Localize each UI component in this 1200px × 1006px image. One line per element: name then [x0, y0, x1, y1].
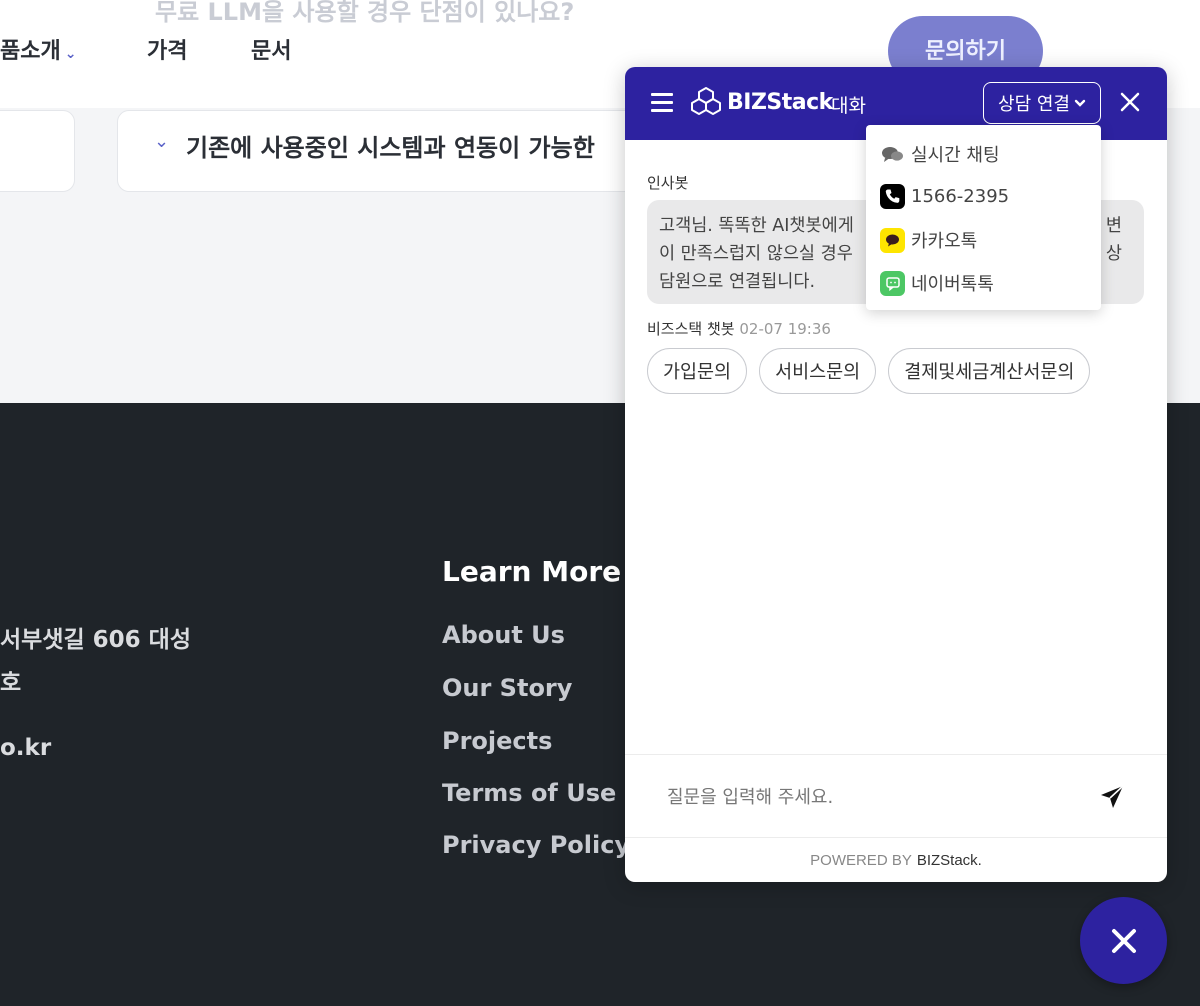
menu-item-label: 네이버톡톡 — [911, 274, 994, 295]
cube-logo-icon — [691, 87, 721, 115]
menu-item-phone[interactable]: 1566-2395 — [880, 184, 1009, 209]
hamburger-menu-icon[interactable] — [651, 93, 673, 113]
greeting-sender: 인사봇 — [647, 174, 689, 192]
phone-icon — [880, 184, 905, 209]
chevron-down-icon: ⌄ — [154, 131, 170, 152]
message-line-tail: 변 — [1105, 216, 1122, 236]
chevron-down-icon: ⌄ — [64, 46, 77, 62]
quick-reply-list: 가입문의 서비스문의 결제및세금계산서문의 — [647, 348, 1091, 394]
brand-logo: BIZStack — [689, 85, 833, 119]
send-icon[interactable] — [1099, 784, 1125, 810]
menu-item-label: 실시간 채팅 — [911, 145, 1000, 166]
menu-item-live-chat[interactable]: 실시간 채팅 — [880, 141, 1000, 167]
footer-link-our-story[interactable]: Our Story — [442, 674, 572, 702]
nav-item-product[interactable]: 품소개 ⌄ — [0, 33, 76, 65]
footer-link-terms[interactable]: Terms of Use — [442, 779, 616, 807]
footer-address-line: 서부샛길 606 대성 — [0, 627, 191, 653]
powered-by-label: POWERED BY — [810, 852, 912, 869]
chat-toggle-close-button[interactable] — [1080, 897, 1167, 984]
menu-item-label: 1566-2395 — [911, 186, 1010, 207]
quick-reply-service[interactable]: 서비스문의 — [759, 348, 877, 394]
message-line-tail: 상 — [1105, 244, 1122, 264]
agent-connect-menu: 실시간 채팅 1566-2395 카카오톡 네이버톡톡 — [866, 125, 1101, 310]
learn-more-heading: Learn More — [442, 555, 622, 588]
quick-reply-signup[interactable]: 가입문의 — [647, 348, 748, 394]
powered-by-brand: BIZStack. — [916, 852, 982, 869]
nav-item-docs[interactable]: 문서 — [251, 33, 291, 65]
footer-address-line: 호 — [0, 670, 22, 696]
nav-label: 품소개 — [0, 39, 61, 64]
bot-sender-name: 비즈스택 챗봇 — [647, 320, 735, 338]
faq-card[interactable]: ⌄ 기존에 사용중인 시스템과 연동이 가능한 — [117, 110, 677, 192]
naver-talktalk-icon — [880, 270, 905, 296]
chevron-down-icon — [1074, 99, 1086, 107]
close-icon[interactable] — [1119, 91, 1141, 113]
footer-link-privacy[interactable]: Privacy Policy — [442, 831, 630, 859]
footer-email: o.kr — [0, 735, 52, 761]
chat-input-bar — [625, 754, 1167, 838]
agent-connect-label: 상담 연결 — [998, 94, 1070, 115]
close-icon — [1111, 928, 1136, 953]
chat-input[interactable] — [651, 775, 1081, 819]
quick-reply-billing[interactable]: 결제및세금계산서문의 — [888, 348, 1091, 394]
faq-item-peek: 무료 LLM을 사용할 경우 단점이 있나요? — [155, 0, 575, 26]
brand-name: BIZStack — [727, 89, 833, 115]
chat-bubbles-icon — [882, 146, 903, 162]
footer-link-projects[interactable]: Projects — [442, 727, 552, 755]
faq-question: 기존에 사용중인 시스템과 연동이 가능한 — [186, 134, 595, 162]
bot-sender: 비즈스택 챗봇 02-07 19:36 — [647, 318, 831, 339]
agent-connect-button[interactable]: 상담 연결 — [983, 82, 1101, 124]
faq-card-left — [0, 110, 75, 192]
menu-item-label: 카카오톡 — [911, 231, 978, 252]
footer-link-about-us[interactable]: About Us — [442, 621, 565, 649]
kakaotalk-icon — [880, 227, 905, 253]
nav-item-pricing[interactable]: 가격 — [147, 33, 187, 65]
message-timestamp: 02-07 19:36 — [739, 320, 831, 338]
chat-tab-title[interactable]: 대화 — [831, 91, 866, 118]
menu-item-naver-talktalk[interactable]: 네이버톡톡 — [880, 270, 994, 296]
menu-item-kakaotalk[interactable]: 카카오톡 — [880, 227, 977, 253]
powered-by-footer: POWERED BY BIZStack. — [625, 839, 1167, 882]
